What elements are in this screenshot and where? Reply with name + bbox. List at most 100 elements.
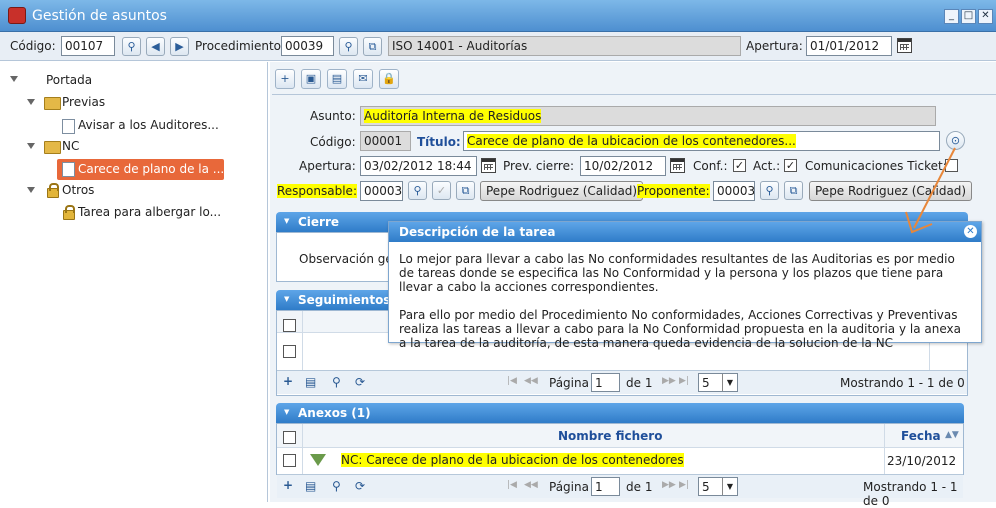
apertura-form-label: Apertura: xyxy=(299,159,356,173)
tree-item-nc[interactable]: NC xyxy=(62,139,79,153)
apertura-input[interactable]: 01/01/2012 xyxy=(806,36,892,56)
pagina-label: Página xyxy=(549,480,589,494)
prev-page-icon[interactable]: ◀◀ xyxy=(524,480,538,490)
document-icon xyxy=(62,162,75,177)
search-icon[interactable]: ⚲ xyxy=(339,37,358,56)
select-all-checkbox[interactable] xyxy=(283,431,296,444)
delete-icon[interactable]: ▤ xyxy=(305,479,316,493)
next-icon[interactable]: ▶ xyxy=(170,37,189,56)
tree-item-selected[interactable]: Carece de plano de la ... xyxy=(57,159,224,180)
first-page-icon[interactable]: |◀ xyxy=(507,376,517,386)
calendar-icon[interactable] xyxy=(481,158,496,173)
add-icon[interactable]: + xyxy=(283,374,293,388)
act-checkbox[interactable]: ✓ xyxy=(784,159,797,172)
search-icon[interactable]: ⚲ xyxy=(332,479,341,493)
check-icon[interactable]: ✓ xyxy=(432,181,451,200)
expand-icon[interactable] xyxy=(27,143,35,149)
tree-item-previas[interactable]: Previas xyxy=(62,95,105,109)
pagina-label: Página xyxy=(549,376,589,390)
tree-item-tarea[interactable]: Tarea para albergar lo... xyxy=(78,205,221,219)
tree-item-carece[interactable]: Carece de plano de la ... xyxy=(78,162,224,176)
minimize-button[interactable]: _ xyxy=(944,9,959,24)
mostrando-label: Mostrando 1 - 1 de 0 xyxy=(840,376,965,390)
add-icon[interactable]: + xyxy=(283,478,293,492)
delete-icon[interactable]: ▤ xyxy=(327,69,347,89)
responsable-code-input[interactable]: 00003 xyxy=(360,181,403,201)
delete-icon[interactable]: ▤ xyxy=(305,375,316,389)
close-button[interactable]: ✕ xyxy=(978,9,993,24)
titulo-input[interactable]: Carece de plano de la ubicacion de los c… xyxy=(463,131,940,151)
conf-checkbox[interactable]: ✓ xyxy=(733,159,746,172)
proponente-code-input[interactable]: 00003 xyxy=(713,181,755,201)
last-page-icon[interactable]: ▶| xyxy=(679,480,689,490)
prev-page-icon[interactable]: ◀◀ xyxy=(524,376,538,386)
page-size-select[interactable]: 5 ▼ xyxy=(698,373,738,392)
chevron-down-icon[interactable]: ▼ xyxy=(722,478,737,495)
first-page-icon[interactable]: |◀ xyxy=(507,480,517,490)
maximize-button[interactable]: □ xyxy=(961,9,976,24)
add-icon[interactable]: + xyxy=(275,69,295,89)
asunto-label: Asunto: xyxy=(310,109,356,123)
tooltip-body: Lo mejor para llevar a cabo las No confo… xyxy=(399,252,961,350)
asunto-input: Auditoría Interna de Residuos xyxy=(360,106,936,126)
app-icon xyxy=(8,7,26,24)
chevron-down-icon[interactable]: ▼ xyxy=(722,374,737,391)
arrow-line xyxy=(913,147,956,229)
codigo-label: Código: xyxy=(10,39,56,53)
procedimiento-name: ISO 14001 - Auditorías xyxy=(388,36,741,56)
page-size-value: 5 xyxy=(702,376,710,390)
tree-root[interactable]: Portada xyxy=(46,73,92,87)
prev-cierre-input[interactable]: 10/02/2012 xyxy=(580,156,666,176)
responsable-name-button[interactable]: Pepe Rodriguez (Calidad) xyxy=(480,181,644,201)
page-of-label: de 1 xyxy=(626,480,653,494)
annotation-arrow xyxy=(905,147,956,234)
mail-icon[interactable]: ✉ xyxy=(353,69,373,89)
lock-icon[interactable]: 🔒 xyxy=(379,69,399,89)
window-title: Gestión de asuntos xyxy=(32,8,167,24)
sort-icon[interactable]: ▲▼ xyxy=(945,430,959,440)
row-checkbox[interactable] xyxy=(283,454,296,467)
lock-icon xyxy=(47,183,59,198)
page-input[interactable]: 1 xyxy=(591,373,620,392)
expand-icon[interactable] xyxy=(27,99,35,105)
expand-icon[interactable] xyxy=(27,187,35,193)
tooltip-title: Descripción de la tarea ✕ xyxy=(389,222,981,242)
col-nombre-header[interactable]: Nombre fichero xyxy=(558,429,662,443)
search-icon[interactable]: ⚲ xyxy=(760,181,779,200)
prev-icon[interactable]: ◀ xyxy=(146,37,165,56)
expand-icon[interactable] xyxy=(10,76,18,82)
open-window-icon[interactable]: ⧉ xyxy=(456,181,475,200)
search-icon[interactable]: ⚲ xyxy=(332,375,341,389)
prev-cierre-label: Prev. cierre: xyxy=(503,159,575,173)
col-fecha-header[interactable]: Fecha xyxy=(901,429,941,443)
next-page-icon[interactable]: ▶▶ xyxy=(662,480,676,490)
calendar-icon[interactable] xyxy=(670,158,685,173)
row-checkbox[interactable] xyxy=(283,345,296,358)
open-window-icon[interactable]: ⧉ xyxy=(784,181,803,200)
search-icon[interactable]: ⚲ xyxy=(408,181,427,200)
codigo-form-input: 00001 xyxy=(360,131,411,151)
page-input[interactable]: 1 xyxy=(591,477,620,496)
tree-item-avisar[interactable]: Avisar a los Auditores... xyxy=(78,118,219,132)
last-page-icon[interactable]: ▶| xyxy=(679,376,689,386)
codigo-input[interactable]: 00107 xyxy=(61,36,115,56)
page-size-select[interactable]: 5 ▼ xyxy=(698,477,738,496)
refresh-icon[interactable]: ⟳ xyxy=(355,375,365,389)
save-icon[interactable]: ▣ xyxy=(301,69,321,89)
observacion-label: Observación ge xyxy=(299,252,393,266)
next-page-icon[interactable]: ▶▶ xyxy=(662,376,676,386)
header-toolbar: Código: 00107 ⚲ ◀ ▶ Procedimiento 00039 … xyxy=(0,32,996,61)
table-row[interactable]: NC: Carece de plano de la ubicacion de l… xyxy=(277,449,963,473)
tree-item-otros[interactable]: Otros xyxy=(62,183,94,197)
search-icon[interactable]: ⚲ xyxy=(122,37,141,56)
calendar-icon[interactable] xyxy=(897,38,912,53)
select-all-checkbox[interactable] xyxy=(283,319,296,332)
act-label: Act.: xyxy=(753,159,781,173)
refresh-icon[interactable]: ⟳ xyxy=(355,479,365,493)
sidebar-tree: Portada Previas Avisar a los Auditores..… xyxy=(0,62,268,502)
open-window-icon[interactable]: ⧉ xyxy=(363,37,382,56)
apertura-form-input[interactable]: 03/02/2012 18:44 xyxy=(360,156,477,176)
anexos-header[interactable]: Anexos (1) xyxy=(276,403,964,423)
procedimiento-input[interactable]: 00039 xyxy=(281,36,334,56)
anexo-nombre[interactable]: NC: Carece de plano de la ubicacion de l… xyxy=(341,453,684,467)
